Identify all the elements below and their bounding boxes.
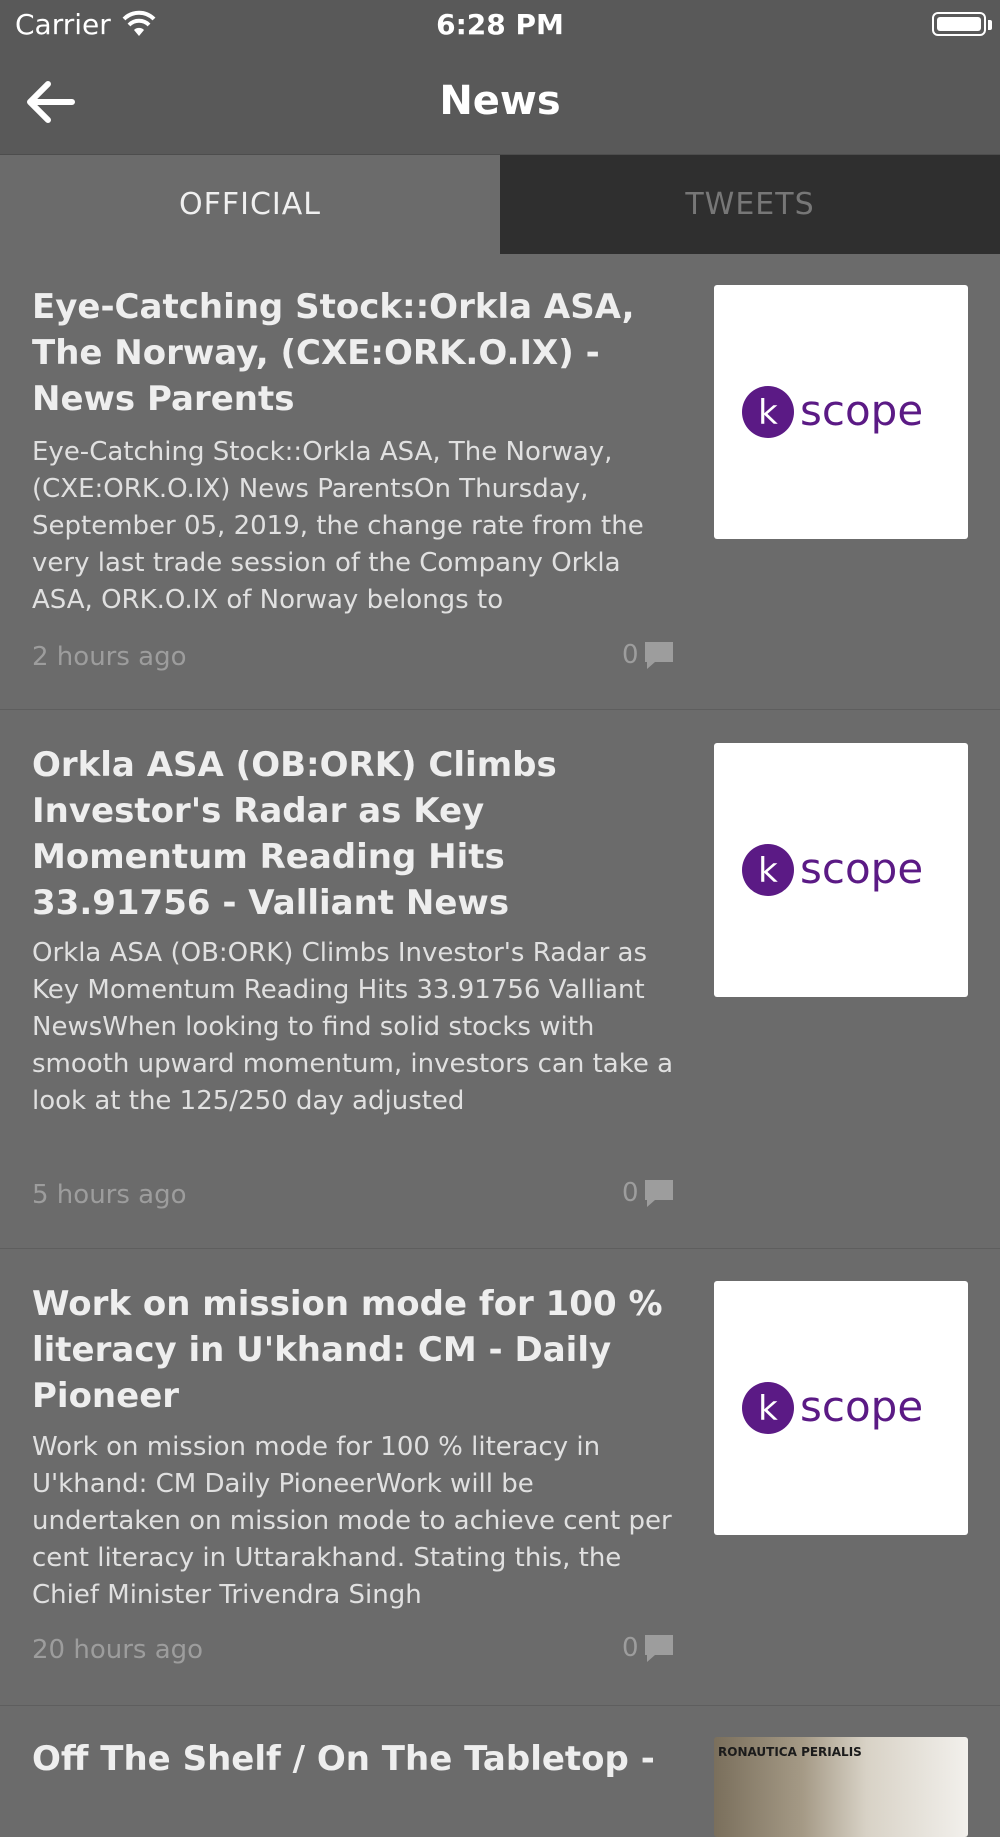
comment-count-button[interactable]: 0	[622, 1633, 675, 1663]
article-thumbnail[interactable]: k scope	[714, 285, 968, 539]
comment-count-button[interactable]: 0	[622, 640, 675, 670]
article-headline[interactable]: Eye-Catching Stock::Orkla ASA, The Norwa…	[32, 284, 682, 422]
svg-text:k: k	[758, 393, 778, 433]
article-headline[interactable]: Orkla ASA (OB:ORK) Climbs Investor's Rad…	[32, 742, 682, 926]
article-summary: Orkla ASA (OB:ORK) Climbs Investor's Rad…	[32, 938, 674, 1116]
photo-caption: RONAUTICA PERIALIS	[718, 1745, 862, 1759]
svg-text:scope: scope	[800, 1382, 923, 1431]
article-time: 20 hours ago	[32, 1635, 204, 1665]
svg-text:scope: scope	[800, 386, 923, 435]
kscope-logo: k scope	[742, 1382, 923, 1434]
article-thumbnail[interactable]: k scope	[714, 1281, 968, 1535]
tab-tweets[interactable]: TWEETS	[500, 155, 1000, 254]
article-summary: Work on mission mode for 100 % literacy …	[32, 1432, 672, 1610]
tab-bar: OFFICIAL TWEETS	[0, 155, 1000, 254]
tab-official[interactable]: OFFICIAL	[0, 155, 500, 254]
comment-count: 0	[622, 640, 639, 670]
article-headline[interactable]: Off The Shelf / On The Tabletop -	[32, 1736, 682, 1782]
svg-text:k: k	[758, 851, 778, 891]
news-item[interactable]: Orkla ASA (OB:ORK) Climbs Investor's Rad…	[0, 710, 1000, 1249]
comment-bubble-icon	[644, 1635, 673, 1662]
kscope-logo: k scope	[742, 386, 923, 438]
comment-bubble-icon	[644, 1180, 673, 1207]
svg-text:k: k	[758, 1389, 778, 1429]
battery-icon	[932, 12, 986, 36]
news-item[interactable]: Work on mission mode for 100 % literacy …	[0, 1249, 1000, 1706]
navigation-bar: News	[0, 50, 1000, 155]
battery-cap	[988, 20, 992, 30]
news-feed: Eye-Catching Stock::Orkla ASA, The Norwa…	[0, 254, 1000, 1837]
news-item[interactable]: Eye-Catching Stock::Orkla ASA, The Norwa…	[0, 254, 1000, 710]
article-thumbnail-photo[interactable]: RONAUTICA PERIALIS	[714, 1737, 968, 1837]
article-thumbnail[interactable]: k scope	[714, 743, 968, 997]
comment-count-button[interactable]: 0	[622, 1178, 675, 1208]
svg-text:scope: scope	[800, 844, 923, 893]
news-item[interactable]: Off The Shelf / On The Tabletop - RONAUT…	[0, 1706, 1000, 1837]
comment-count: 0	[622, 1178, 639, 1208]
status-time: 6:28 PM	[436, 8, 564, 41]
page-title: News	[439, 78, 561, 124]
article-headline[interactable]: Work on mission mode for 100 % literacy …	[32, 1281, 682, 1419]
comment-count: 0	[622, 1633, 639, 1663]
article-summary: Eye-Catching Stock::Orkla ASA, The Norwa…	[32, 437, 644, 615]
kscope-logo: k scope	[742, 844, 923, 896]
status-bar: Carrier 6:28 PM	[0, 0, 1000, 50]
article-time: 5 hours ago	[32, 1180, 187, 1210]
article-time: 2 hours ago	[32, 642, 187, 672]
comment-bubble-icon	[644, 642, 673, 669]
